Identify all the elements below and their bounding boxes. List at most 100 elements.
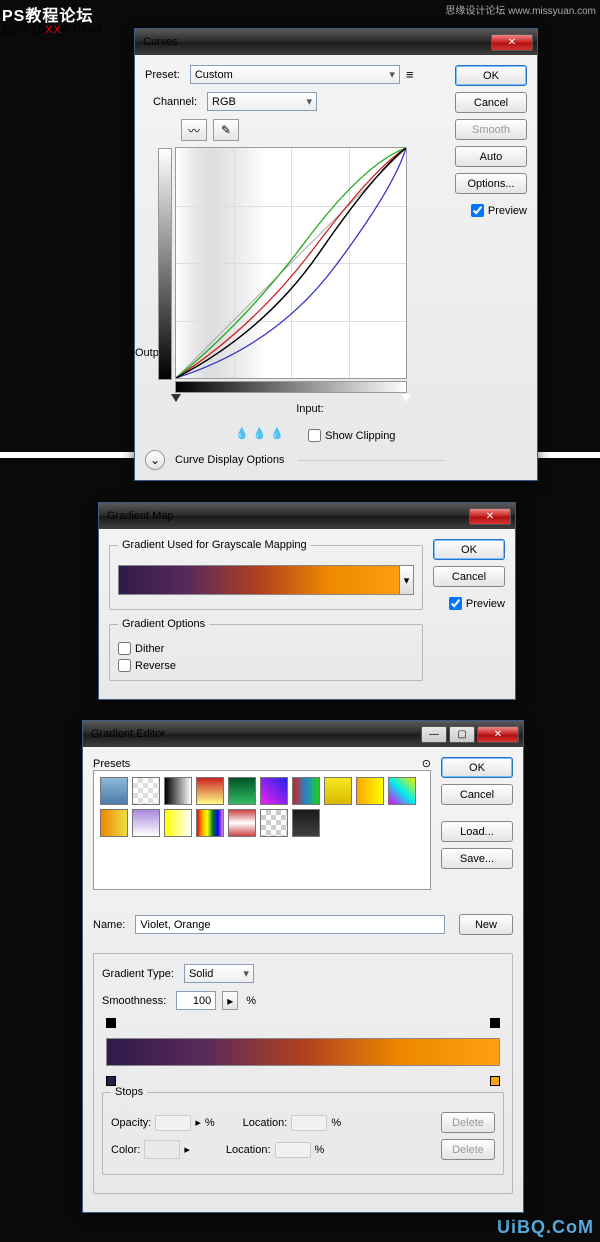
eyedropper-gray-icon[interactable]: 💧 [253, 427, 267, 440]
gradient-dropdown-icon[interactable]: ▾ [400, 565, 414, 595]
presets-menu-icon[interactable]: ⊙ [422, 757, 431, 770]
gradient-preview[interactable] [118, 565, 400, 595]
gmap-title: Gradient Map [107, 510, 469, 522]
preset-swatch[interactable] [100, 809, 128, 837]
close-icon[interactable]: ✕ [491, 34, 533, 51]
curve-tool-icon[interactable]: 〰 [181, 119, 207, 141]
load-button[interactable]: Load... [441, 821, 513, 842]
preview-label: Preview [466, 598, 505, 610]
eyedropper-white-icon[interactable]: 💧 [270, 427, 284, 440]
preset-swatch[interactable] [260, 777, 288, 805]
reverse-label: Reverse [135, 660, 176, 672]
new-button[interactable]: New [459, 914, 513, 935]
gradient-bar[interactable] [106, 1038, 500, 1066]
opacity-stop-right[interactable] [490, 1018, 500, 1028]
smooth-button[interactable]: Smooth [455, 119, 527, 140]
color-swatch [144, 1140, 180, 1159]
cancel-button[interactable]: Cancel [433, 566, 505, 587]
auto-button[interactable]: Auto [455, 146, 527, 167]
watermark-bbs: BBS.16XX8.COM [2, 20, 102, 36]
preset-swatch[interactable] [292, 777, 320, 805]
smoothness-input[interactable] [176, 991, 216, 1010]
preset-swatch[interactable] [132, 777, 160, 805]
watermark-source: 思缘设计论坛 www.missyuan.com [445, 2, 596, 17]
presets-list [93, 770, 431, 890]
preset-swatch[interactable] [356, 777, 384, 805]
opacity-input [155, 1115, 191, 1131]
presets-label: Presets [93, 758, 130, 770]
preset-swatch[interactable] [164, 777, 192, 805]
show-clipping-checkbox[interactable] [308, 429, 321, 442]
ok-button[interactable]: OK [455, 65, 527, 86]
close-icon[interactable]: ✕ [469, 508, 511, 525]
preset-swatch[interactable] [228, 777, 256, 805]
location-input [291, 1115, 327, 1131]
curves-graph[interactable] [175, 147, 407, 379]
preset-menu-icon[interactable]: ≡ [406, 67, 414, 82]
delete-button: Delete [441, 1112, 495, 1133]
preset-swatch[interactable] [324, 777, 352, 805]
opacity-stop-left[interactable] [106, 1018, 116, 1028]
cancel-button[interactable]: Cancel [441, 784, 513, 805]
preset-swatch[interactable] [388, 777, 416, 805]
preset-swatch[interactable] [292, 809, 320, 837]
opacity-label: Opacity: [111, 1117, 151, 1129]
gedit-title: Gradient Editor [91, 728, 421, 740]
preset-swatch[interactable] [100, 777, 128, 805]
preset-swatch[interactable] [260, 809, 288, 837]
reverse-checkbox[interactable] [118, 659, 131, 672]
preset-swatch[interactable] [196, 809, 224, 837]
preset-swatch[interactable] [228, 809, 256, 837]
pct-label: % [246, 995, 256, 1007]
curves-dialog: Curves ✕ Preset: Custom ≡ Channel: RGB 〰… [134, 28, 538, 481]
gtype-select[interactable]: Solid [184, 964, 254, 983]
gmap-titlebar[interactable]: Gradient Map ✕ [99, 503, 515, 529]
stops-legend: Stops [111, 1086, 147, 1098]
minimize-icon[interactable]: — [421, 726, 447, 743]
maximize-icon[interactable]: ▢ [449, 726, 475, 743]
gmap-gradient-fieldset: Gradient Used for Grayscale Mapping ▾ [109, 539, 423, 610]
curve-display-options-label: Curve Display Options [175, 454, 284, 466]
preset-select[interactable]: Custom [190, 65, 400, 84]
input-label: Input: [296, 403, 324, 415]
ok-button[interactable]: OK [433, 539, 505, 560]
smoothness-stepper-icon[interactable]: ▸ [222, 991, 238, 1010]
delete-button: Delete [441, 1139, 495, 1160]
gtype-label: Gradient Type: [102, 968, 174, 980]
location-label: Location: [243, 1117, 288, 1129]
dither-label: Dither [135, 643, 164, 655]
options-button[interactable]: Options... [455, 173, 527, 194]
preset-swatch[interactable] [164, 809, 192, 837]
color-stop-left[interactable] [106, 1076, 116, 1086]
location-input [275, 1142, 311, 1158]
preview-checkbox[interactable] [471, 204, 484, 217]
gradient-editor-dialog: Gradient Editor — ▢ ✕ Presets ⊙ OK Cancel… [82, 720, 524, 1213]
eyedropper-black-icon[interactable]: 💧 [235, 427, 249, 440]
show-clipping-label: Show Clipping [325, 430, 395, 442]
gedit-titlebar[interactable]: Gradient Editor — ▢ ✕ [83, 721, 523, 747]
close-icon[interactable]: ✕ [477, 726, 519, 743]
expand-icon[interactable]: ⌄ [145, 450, 165, 470]
save-button[interactable]: Save... [441, 848, 513, 869]
watermark-uibq: UiBQ.CoM [497, 1217, 594, 1238]
curves-title: Curves [143, 36, 491, 48]
preview-label: Preview [488, 205, 527, 217]
pencil-tool-icon[interactable]: ✎ [213, 119, 239, 141]
channel-select[interactable]: RGB [207, 92, 317, 111]
gmap-options-fieldset: Gradient Options Dither Reverse [109, 618, 423, 681]
smoothness-label: Smoothness: [102, 995, 166, 1007]
preset-label: Preset: [145, 69, 180, 81]
preset-swatch[interactable] [196, 777, 224, 805]
location-label: Location: [226, 1144, 271, 1156]
cancel-button[interactable]: Cancel [455, 92, 527, 113]
preview-checkbox[interactable] [449, 597, 462, 610]
curves-titlebar[interactable]: Curves ✕ [135, 29, 537, 55]
channel-label: Channel: [153, 96, 197, 108]
dither-checkbox[interactable] [118, 642, 131, 655]
preset-swatch[interactable] [132, 809, 160, 837]
gradient-map-dialog: Gradient Map ✕ Gradient Used for Graysca… [98, 502, 516, 700]
color-stop-right[interactable] [490, 1076, 500, 1086]
ok-button[interactable]: OK [441, 757, 513, 778]
input-gradient-bar[interactable] [175, 381, 407, 393]
name-input[interactable] [135, 915, 445, 934]
